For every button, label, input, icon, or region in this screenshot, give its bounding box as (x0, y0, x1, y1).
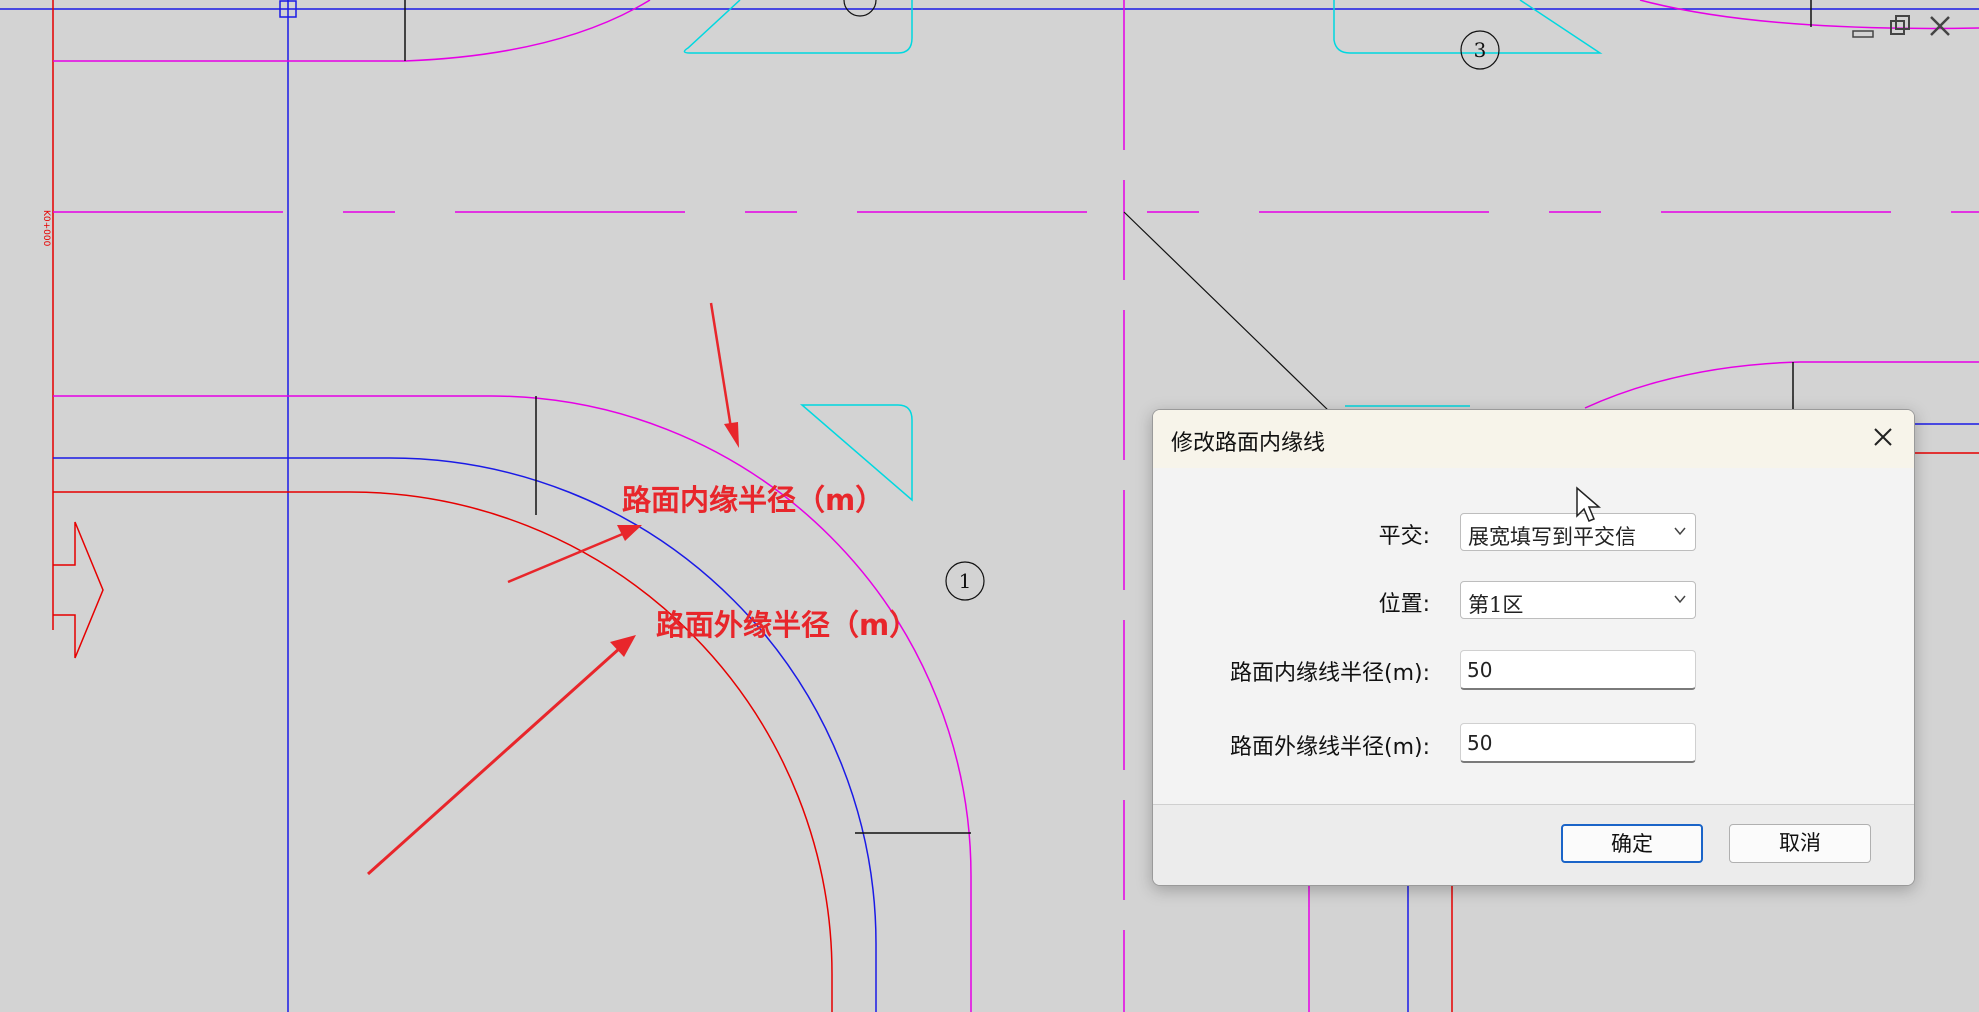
circle-marker (843, 0, 877, 17)
chevron-down-icon (1674, 527, 1686, 536)
outer-radius-annotation: 路面外缘半径（m） (656, 608, 919, 642)
outer-radius-input[interactable] (1460, 723, 1696, 763)
restore-icon[interactable] (1888, 14, 1912, 43)
dialog-title: 修改路面内缘线 (1171, 431, 1326, 456)
ok-button[interactable]: 确定 (1561, 824, 1703, 863)
outer-radius-label: 路面外缘线半径(m): (1229, 735, 1430, 760)
chevron-down-icon (1674, 595, 1686, 604)
inner-radius-annotation: 路面内缘半径（m） (622, 483, 885, 517)
red-dim-text: K0+000 (41, 210, 51, 247)
annotation-arrow (709, 302, 739, 448)
intersection-select-value: 展宽填写到平交信 (1468, 525, 1636, 549)
circle-label: 3 (1474, 38, 1487, 62)
mouse-cursor-icon (1576, 486, 1602, 522)
inner-radius-input[interactable] (1460, 650, 1696, 690)
magenta-arc (1584, 361, 1979, 409)
minimize-icon[interactable] (1851, 14, 1875, 43)
red-road-edge (53, 491, 833, 1012)
modify-inner-edge-dialog: 修改路面内缘线 平交: 展宽填写到平交信 位置: 第1区 路面内缘线半径(m):… (1152, 409, 1915, 886)
blue-road-edge (53, 457, 877, 1012)
close-icon[interactable] (1928, 14, 1952, 43)
cancel-button[interactable]: 取消 (1729, 824, 1871, 863)
direction-arrow-icon (53, 521, 104, 659)
inner-radius-label: 路面内缘线半径(m): (1229, 661, 1430, 686)
cyan-island (1333, 0, 1603, 54)
position-select-value: 第1区 (1468, 593, 1524, 617)
dialog-close-icon[interactable] (1868, 422, 1898, 452)
cyan-island (683, 0, 913, 54)
annotation-arrow (366, 635, 636, 876)
intersection-label: 平交: (1378, 524, 1430, 549)
position-select[interactable]: 第1区 (1460, 581, 1696, 619)
position-label: 位置: (1378, 592, 1430, 617)
black-line (1123, 211, 1331, 413)
dialog-title-bar[interactable]: 修改路面内缘线 (1153, 410, 1914, 468)
dialog-footer: 确定 取消 (1153, 804, 1914, 885)
annotation-arrow (507, 525, 642, 584)
circle-label: 1 (959, 569, 972, 593)
